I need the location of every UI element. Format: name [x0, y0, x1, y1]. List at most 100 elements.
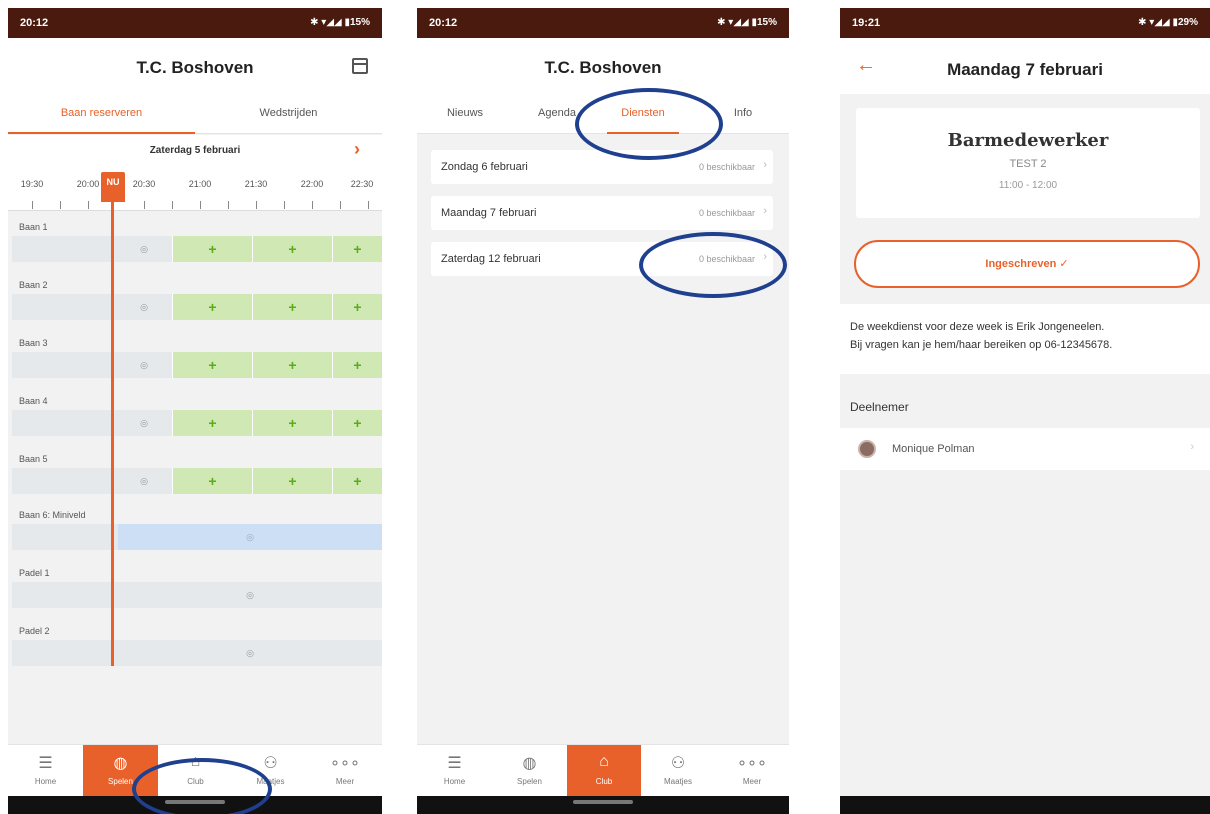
club-title: T.C. Boshoven — [136, 58, 254, 77]
court-row: ◎ — [12, 524, 382, 550]
menu-icon: ☰ — [447, 755, 462, 772]
status-icons: ✱ ▾◢◢ ▮15% — [310, 17, 370, 28]
slot-add-button[interactable]: + — [252, 410, 332, 436]
slot-add-button[interactable]: + — [172, 410, 252, 436]
phone-screen-dienst-detail: 19:21 ✱ ▾◢◢ ▮29% ← Maandag 7 februari Ba… — [840, 8, 1210, 814]
nav-club[interactable]: ⌂ Club — [567, 745, 641, 797]
tennis-ball-icon: ◍ — [522, 755, 537, 772]
active-tab-indicator — [8, 132, 195, 134]
chevron-right-icon[interactable]: › — [354, 139, 360, 160]
court-row: ◎ + + + — [12, 410, 382, 436]
time-tick — [32, 201, 33, 209]
calendar-icon[interactable] — [352, 58, 368, 74]
nav-home[interactable]: ☰ Home — [8, 745, 83, 797]
section-heading: Deelnemer — [850, 400, 909, 414]
nav-maatjes[interactable]: ⚇ Maatjes — [641, 745, 715, 797]
nav-label: Home — [34, 777, 57, 786]
court-label: Baan 1 — [19, 222, 48, 232]
list-item[interactable]: Zondag 6 februari 0 beschikbaar › — [431, 150, 773, 184]
info-line: De weekdienst voor deze week is Erik Jon… — [850, 321, 1105, 333]
slot-add-button[interactable]: + — [332, 468, 382, 494]
people-icon: ⚇ — [670, 755, 686, 772]
status-bar: 20:12 ✱ ▾◢◢ ▮15% — [417, 8, 789, 38]
info-line: Bij vragen kan je hem/haar bereiken op 0… — [850, 339, 1113, 351]
home-gesture-pill[interactable] — [573, 800, 633, 804]
time-label: 21:30 — [244, 179, 268, 189]
slot-add-button[interactable]: + — [252, 468, 332, 494]
system-nav-bar — [417, 796, 789, 814]
phone-screen-court-booking: 20:12 ✱ ▾◢◢ ▮15% T.C. Boshoven Baan rese… — [8, 8, 382, 814]
nav-label: Meer — [742, 777, 762, 786]
app-header: T.C. Boshoven — [8, 38, 382, 94]
slot-unavailable: ◎ — [116, 294, 172, 320]
dienst-role: Barmedewerker — [947, 130, 1109, 151]
tab-court-booking[interactable]: Baan reserveren — [8, 107, 195, 119]
menu-icon: ☰ — [38, 755, 53, 772]
slot-add-button[interactable]: + — [172, 468, 252, 494]
court-row: ◎ + + + — [12, 236, 382, 262]
phone-screen-diensten: 20:12 ✱ ▾◢◢ ▮15% T.C. Boshoven Nieuws Ag… — [417, 8, 789, 814]
court-row: ◎ + + + — [12, 294, 382, 320]
slot-unavailable: ◎ — [116, 410, 172, 436]
tab-matches[interactable]: Wedstrijden — [195, 107, 382, 119]
list-item[interactable]: Maandag 7 februari 0 beschikbaar › — [431, 196, 773, 230]
nav-meer[interactable]: ∘∘∘ Meer — [715, 745, 789, 797]
slot-add-button[interactable]: + — [172, 236, 252, 262]
time-label: 22:30 — [350, 179, 374, 189]
now-marker: NU — [101, 172, 125, 202]
slot-add-button[interactable]: + — [252, 236, 332, 262]
dienst-date: Zondag 6 februari — [441, 161, 528, 173]
time-label: 20:30 — [132, 179, 156, 189]
info-text: De weekdienst voor deze week is Erik Jon… — [840, 304, 1210, 374]
chevron-right-icon: › — [1190, 441, 1194, 453]
court-row: ◎ + + + — [12, 468, 382, 494]
nav-meer[interactable]: ∘∘∘ Meer — [308, 745, 382, 797]
nav-home[interactable]: ☰ Home — [417, 745, 492, 797]
time-label: 21:00 — [188, 179, 212, 189]
participant-row[interactable]: Monique Polman › — [840, 428, 1210, 470]
annotation-circle-club — [132, 758, 272, 814]
nav-label: Spelen — [517, 777, 542, 786]
court-row: ◎ + + + — [12, 352, 382, 378]
status-time: 20:12 — [429, 17, 458, 29]
time-axis: 19:30 20:00 20:30 21:00 21:30 22:00 22:3… — [8, 163, 382, 211]
slot-unavailable: ◎ — [116, 236, 172, 262]
slot-add-button[interactable]: + — [252, 294, 332, 320]
time-tick — [88, 201, 89, 209]
court-label: Baan 3 — [19, 338, 48, 348]
tab-bar: Baan reserveren Wedstrijden — [8, 94, 382, 134]
slot-reserved[interactable]: ◎ — [118, 524, 382, 550]
availability-badge: 0 beschikbaar — [698, 208, 755, 218]
dienst-card: Barmedewerker TEST 2 11:00 - 12:00 — [856, 108, 1200, 218]
signed-up-button[interactable]: Ingeschreven ✓ — [854, 240, 1200, 288]
time-tick — [60, 201, 61, 209]
avatar — [858, 440, 876, 458]
court-label: Baan 5 — [19, 454, 48, 464]
time-label: 22:00 — [300, 179, 324, 189]
slot-add-button[interactable]: + — [332, 410, 382, 436]
annotation-circle-diensten — [575, 88, 723, 160]
nav-label: Maatjes — [663, 777, 692, 786]
court-row: ◎ — [12, 640, 382, 666]
app-header: ← Maandag 7 februari — [840, 38, 1210, 94]
court-label: Padel 2 — [19, 626, 50, 636]
slot-add-button[interactable]: + — [332, 236, 382, 262]
tab-news[interactable]: Nieuws — [425, 107, 505, 119]
slot-unavailable: ◎ — [118, 582, 382, 608]
time-tick — [144, 201, 145, 209]
slot-add-button[interactable]: + — [172, 294, 252, 320]
court-label: Baan 4 — [19, 396, 48, 406]
slot-add-button[interactable]: + — [172, 352, 252, 378]
status-time: 19:21 — [852, 17, 881, 29]
date-selector: Zaterdag 5 februari › — [8, 135, 382, 163]
time-tick — [172, 201, 173, 209]
time-tick — [312, 201, 313, 209]
nav-spelen[interactable]: ◍ Spelen — [492, 745, 567, 797]
time-tick — [284, 201, 285, 209]
slot-add-button[interactable]: + — [252, 352, 332, 378]
slot-add-button[interactable]: + — [332, 352, 382, 378]
more-icon: ∘∘∘ — [329, 755, 361, 772]
time-label: 19:30 — [20, 179, 44, 189]
chevron-right-icon: › — [763, 205, 767, 217]
slot-add-button[interactable]: + — [332, 294, 382, 320]
